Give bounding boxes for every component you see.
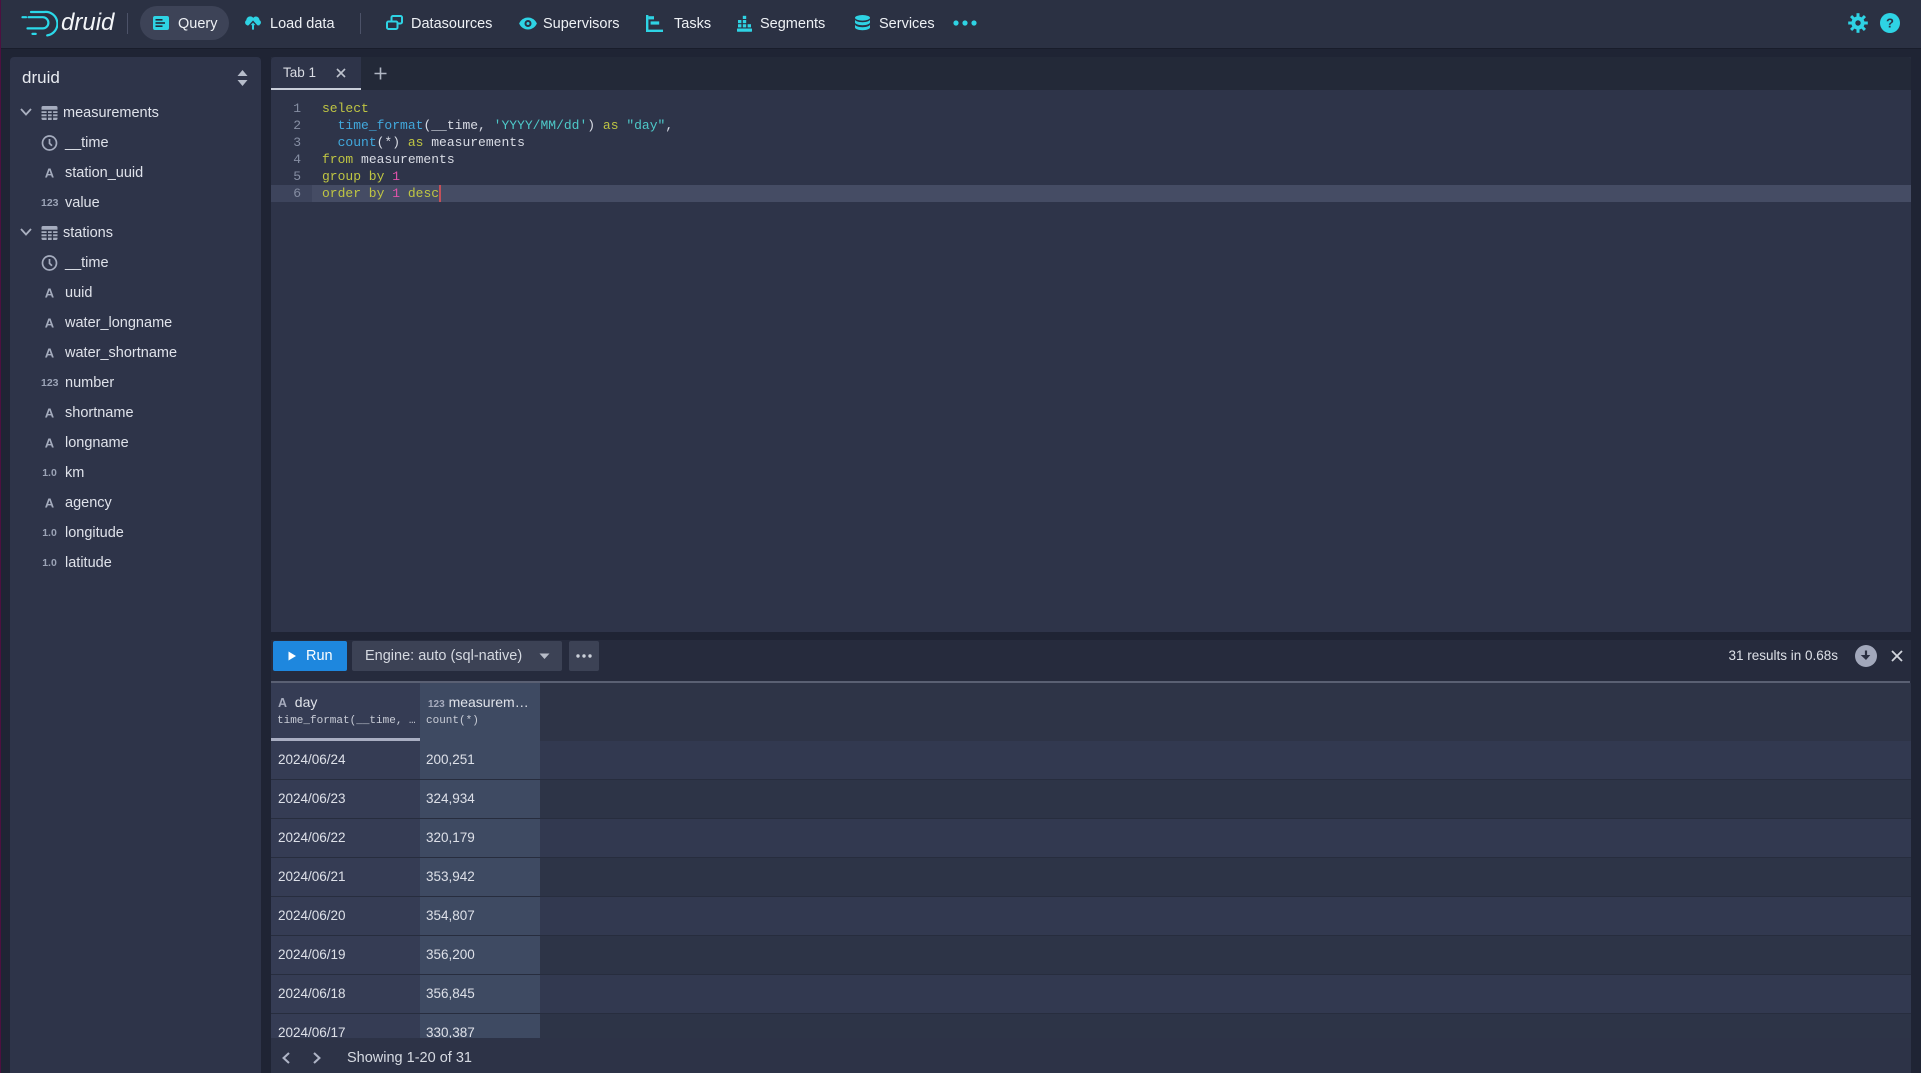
- svg-text:?: ?: [1886, 16, 1894, 31]
